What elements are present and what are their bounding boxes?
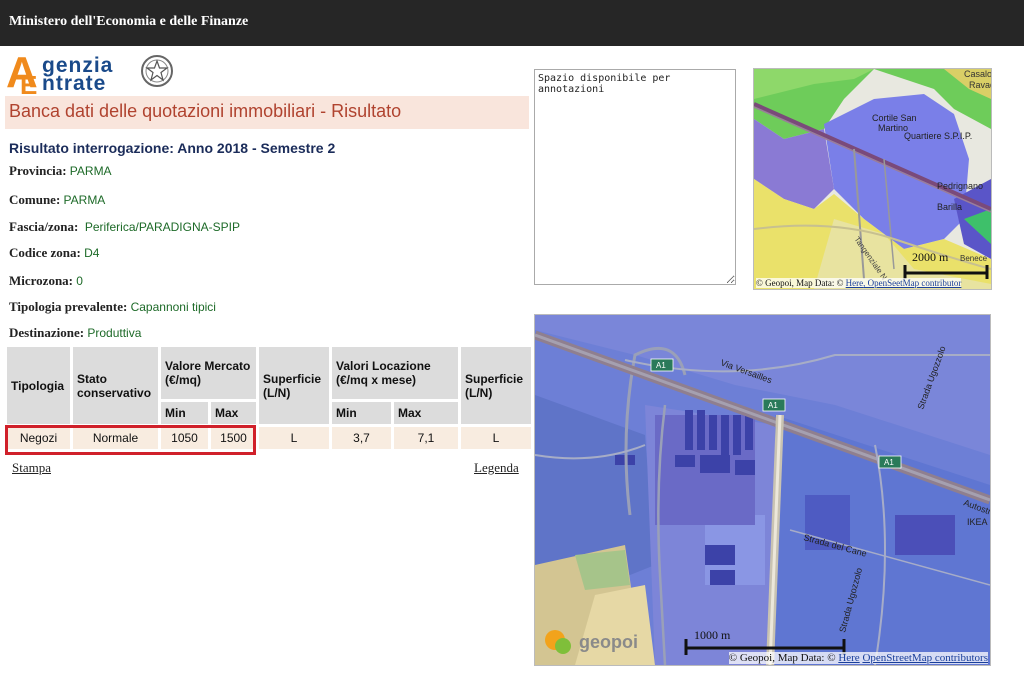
map-attribution: © Geopoi, Map Data: © Here, OpenS​eetMap…	[756, 278, 962, 288]
field-provincia: Provincia: PARMA	[9, 163, 112, 179]
field-value: Capannoni tipici	[130, 300, 216, 314]
geopoi-logo-text: geopoi	[579, 632, 638, 652]
field-label: Provincia:	[9, 163, 67, 178]
field-value: D4	[84, 246, 100, 260]
here-link[interactable]: Here	[838, 652, 859, 664]
stampa-link[interactable]: Stampa	[12, 460, 51, 476]
header-vl-min: Min	[332, 402, 391, 424]
here-link[interactable]: Here	[846, 278, 864, 288]
header-vl-max: Max	[394, 402, 458, 424]
field-label: Fascia/zona:	[9, 219, 79, 234]
field-tipologia-prevalente: Tipologia prevalente: Capannoni tipici	[9, 299, 216, 315]
notes-textarea[interactable]: Spazio disponibile per annotazioni	[534, 69, 736, 285]
header-vm-min: Min	[161, 402, 208, 424]
ministry-title: Ministero dell'Economia e delle Finanze	[9, 14, 249, 29]
header-superficie: Superficie (L/N)	[259, 347, 329, 424]
map-label-barilla: Barilla	[937, 202, 962, 212]
osm-link[interactable]: OpenStreetMap contributors	[862, 652, 988, 664]
field-label: Destinazione:	[9, 325, 85, 340]
zone-map-small-canvas: Casalor Ravad Cortile San Martino Quarti…	[754, 69, 991, 289]
header-valore-mercato: Valore Mercato (€/mq)	[161, 347, 256, 399]
header-vm-max: Max	[211, 402, 256, 424]
map-attribution: © Geopoi, Map Data: © Here OpenStreetMap…	[728, 652, 988, 664]
map-label-a1-1: A1	[656, 361, 666, 370]
top-bar: Ministero dell'Economia e delle Finanze	[0, 0, 1024, 46]
field-value: PARMA	[69, 164, 112, 178]
legenda-link[interactable]: Legenda	[474, 460, 519, 476]
osm-link[interactable]: , OpenS​eetMap contributor	[863, 278, 961, 288]
logo-letter-e: E	[20, 70, 38, 100]
page-title: Banca dati delle quotazioni immobiliari …	[9, 101, 402, 121]
header-valori-locazione: Valori Locazione (€/mq x mese)	[332, 347, 458, 399]
field-destinazione: Destinazione: Produttiva	[9, 325, 141, 341]
map-label-quartiere: Quartiere S.P.I.P.	[904, 131, 972, 141]
cell-superficie-2: L	[461, 427, 531, 449]
map-scale-label: 1000 m	[694, 628, 731, 642]
map-scale-label: 2000 m	[912, 250, 949, 264]
field-microzona: Microzona: 0	[9, 273, 83, 289]
result-title: Risultato interrogazione: Anno 2018 - Se…	[9, 140, 336, 156]
page-banner: Banca dati delle quotazioni immobiliari …	[5, 96, 529, 129]
map-label-a1-3: A1	[884, 458, 894, 467]
field-label: Microzona:	[9, 273, 74, 288]
italian-emblem-icon	[141, 55, 173, 87]
cell-vl-max: 7,1	[394, 427, 458, 449]
attribution-prefix: © Geopoi, Map Data: ©	[756, 278, 846, 288]
map-label-ikea: IKEA	[967, 517, 988, 527]
map-label-ravad: Ravad	[969, 80, 991, 90]
field-value: 0	[76, 274, 83, 288]
field-codice-zona: Codice zona: D4	[9, 245, 99, 261]
logo-text-ntrate: ntrate	[42, 72, 107, 95]
agenzia-entrate-logo[interactable]: A E genzia ntrate	[6, 51, 176, 100]
header-stato-conservativo: Stato conservativo	[73, 347, 158, 424]
field-value: PARMA	[63, 193, 106, 207]
field-value: Periferica/PARADIGNA-SPIP	[84, 220, 240, 234]
attribution-prefix: © Geopoi, Map Data: ©	[728, 652, 839, 664]
map-label-cortile: Cortile San	[872, 113, 917, 123]
header-tipologia: Tipologia	[7, 347, 70, 424]
map-label-benece: Benece	[960, 254, 988, 263]
field-label: Codice zona:	[9, 245, 81, 260]
zone-map-large-canvas: A1 A1 A1 Via Versailles Strada Ugozzolo …	[535, 315, 990, 665]
header-superficie-2: Superficie (L/N)	[461, 347, 531, 424]
map-label-pedrignano: Pedrignano	[937, 181, 983, 191]
field-value: Produttiva	[87, 326, 142, 340]
field-comune: Comune: PARMA	[9, 192, 105, 208]
cell-vl-min: 3,7	[332, 427, 391, 449]
map-label-casalo: Casalor	[964, 69, 991, 79]
zone-map-large[interactable]: A1 A1 A1 Via Versailles Strada Ugozzolo …	[534, 314, 991, 666]
row-highlight	[5, 425, 256, 455]
zone-map-small[interactable]: Casalor Ravad Cortile San Martino Quarti…	[753, 68, 992, 290]
field-label: Tipologia prevalente:	[9, 299, 128, 314]
field-fascia-zona: Fascia/zona: Periferica/PARADIGNA-SPIP	[9, 219, 240, 235]
cell-superficie: L	[259, 427, 329, 449]
geopoi-logo: geopoi	[545, 630, 638, 654]
map-label-a1-2: A1	[768, 401, 778, 410]
field-label: Comune:	[9, 192, 61, 207]
